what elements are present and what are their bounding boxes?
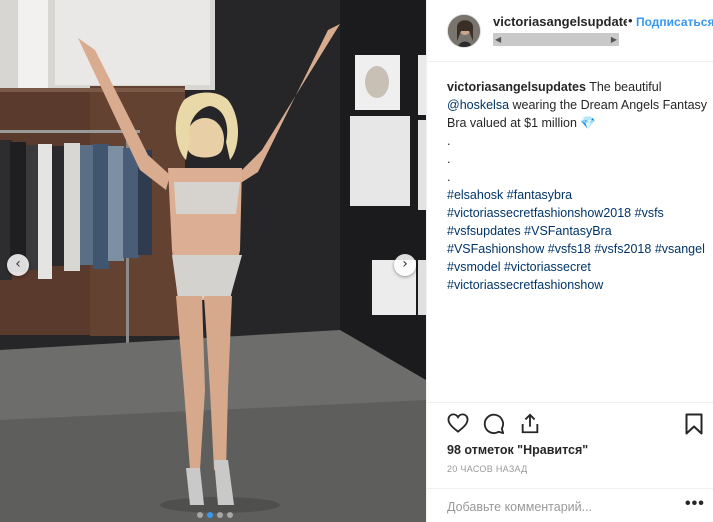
hashtag-link[interactable]: #victoriassecret (504, 260, 591, 274)
comment-icon (483, 413, 505, 435)
post-side-panel: victoriasangelsupdates • Подписаться ◀ ▶… (426, 0, 713, 522)
header-username[interactable]: victoriasangelsupdates (493, 14, 627, 29)
carousel-dot-active (207, 512, 213, 518)
hashtag-link[interactable]: #fantasybra (507, 188, 572, 202)
hashtag-link[interactable]: #vsfs2018 (594, 242, 651, 256)
post-actions (427, 402, 713, 440)
hashtag-link[interactable]: #victoriassecretfashionshow2018 (447, 206, 631, 220)
avatar[interactable] (447, 14, 481, 48)
carousel-prev-button[interactable]: ‹ (7, 254, 29, 276)
hashtag-link[interactable]: #vsmodel (447, 260, 501, 274)
hashtag-link[interactable]: #vsfs (635, 206, 664, 220)
like-button[interactable] (447, 413, 469, 438)
carousel-dot (227, 512, 233, 518)
hashtag-link[interactable]: #VSFantasyBra (524, 224, 612, 238)
comment-box: ••• (427, 488, 713, 522)
likes-count[interactable]: 98 отметок "Нравится" (447, 443, 588, 457)
avatar-image (448, 15, 480, 47)
chevron-right-icon: › (402, 256, 408, 272)
bookmark-icon (685, 413, 703, 435)
hashtag-link[interactable]: #victoriassecretfashionshow (447, 278, 603, 292)
hashtag-list: #elsahosk #fantasybra #victoriassecretfa… (447, 188, 705, 292)
post-timestamp[interactable]: 20 ЧАСОВ НАЗАД (447, 464, 528, 474)
share-icon (521, 413, 539, 434)
carousel-dot (197, 512, 203, 518)
post-header: victoriasangelsupdates • Подписаться ◀ ▶ (427, 0, 713, 62)
hashtag-link[interactable]: #elsahosk (447, 188, 503, 202)
hashtag-link[interactable]: #vsangel (655, 242, 705, 256)
comment-input[interactable] (447, 498, 667, 516)
scroll-right-icon: ▶ (610, 35, 617, 44)
photo-scene (0, 0, 426, 522)
comment-button[interactable] (483, 413, 505, 440)
hashtag-link[interactable]: #vsfs18 (548, 242, 591, 256)
caption-dot: . (447, 152, 451, 166)
caption-dot: . (447, 170, 451, 184)
more-options-button[interactable]: ••• (685, 495, 705, 513)
post-caption: victoriasangelsupdates The beautiful @ho… (447, 78, 709, 294)
location-scrollbar[interactable]: ◀ ▶ (493, 33, 619, 46)
diamond-emoji: 💎 (580, 116, 596, 130)
caption-dot: . (447, 134, 451, 148)
carousel-dots (197, 512, 233, 518)
post-photo[interactable]: ‹ › (0, 0, 426, 522)
caption-mention[interactable]: @hoskelsa (447, 98, 509, 112)
carousel-next-button[interactable]: › (394, 254, 416, 276)
heart-icon (447, 413, 469, 433)
follow-button[interactable]: Подписаться (636, 15, 713, 29)
chevron-left-icon: ‹ (15, 256, 21, 272)
caption-username[interactable]: victoriasangelsupdates (447, 80, 586, 94)
carousel-dot (217, 512, 223, 518)
hashtag-link[interactable]: #VSFashionshow (447, 242, 544, 256)
scroll-left-icon: ◀ (495, 35, 502, 44)
header-separator: • (628, 13, 633, 28)
share-button[interactable] (519, 413, 541, 440)
save-button[interactable] (685, 413, 703, 440)
caption-text-before: The beautiful (585, 80, 662, 94)
hashtag-link[interactable]: #vsfsupdates (447, 224, 521, 238)
